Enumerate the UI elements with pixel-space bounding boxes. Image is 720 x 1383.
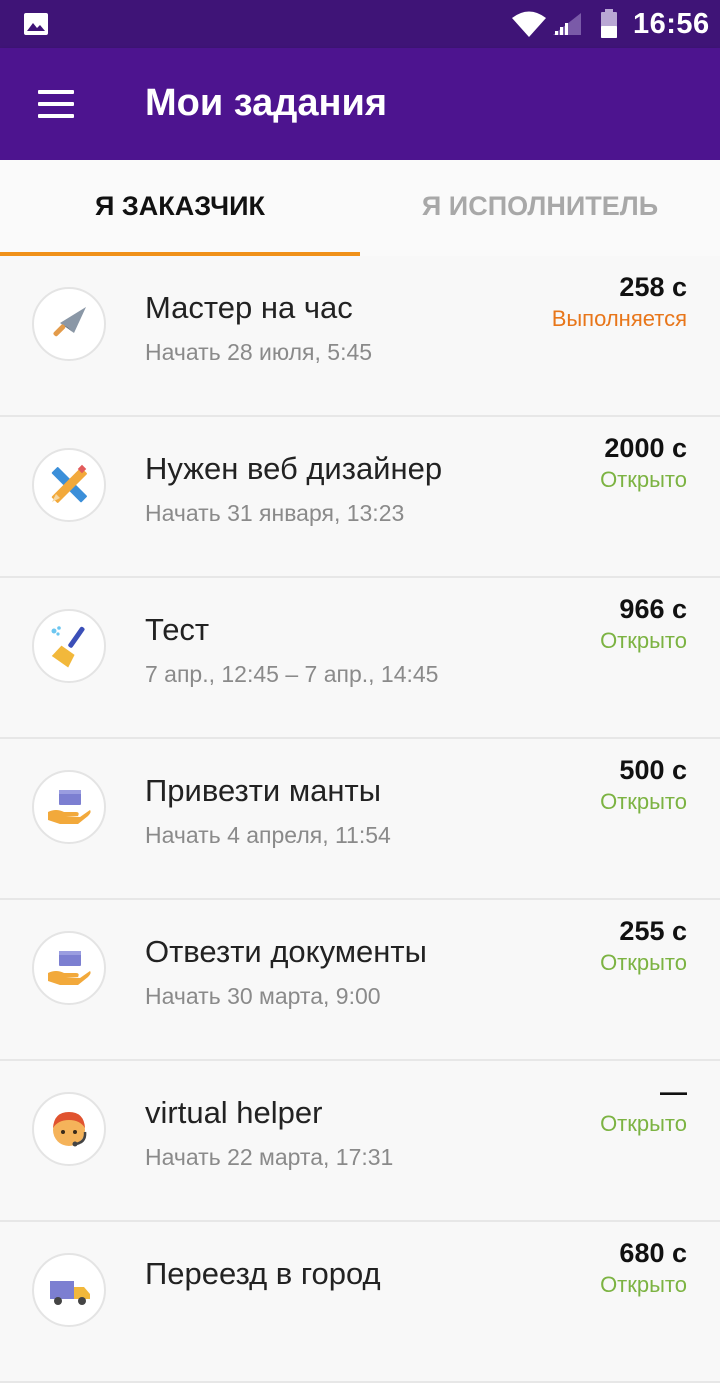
wifi-icon [512,11,546,37]
box-in-hand-icon [48,790,91,824]
task-price: 680 с [619,1238,687,1268]
task-title: Нужен веб дизайнер [145,451,443,486]
task-avatar [32,770,106,844]
task-avatar [32,448,106,522]
task-status: Открыто [600,628,687,653]
task-price: 500 с [619,755,687,785]
hamburger-menu-icon[interactable] [26,80,86,128]
box-in-hand-icon [48,951,91,985]
trowel-icon [53,307,86,337]
task-row[interactable]: Нужен веб дизайнер Начать 31 января, 13:… [0,417,720,578]
support-agent-icon [53,1112,87,1147]
task-row[interactable]: Тест 7 апр., 12:45 – 7 апр., 14:45 966 с… [0,578,720,739]
task-status: Открыто [600,950,687,975]
task-status: Открыто [600,467,687,492]
task-status: Открыто [600,789,687,814]
task-price: 258 с [619,272,687,302]
task-price: 2000 с [604,433,687,463]
task-price: 966 с [619,594,687,624]
tab-customer[interactable]: Я ЗАКАЗЧИК [0,160,360,256]
task-avatar [32,609,106,683]
task-date: Начать 22 марта, 17:31 [145,1144,394,1170]
task-price: 255 с [619,916,687,946]
task-status: Открыто [600,1272,687,1297]
task-row[interactable]: Мастер на час Начать 28 июля, 5:45 258 с… [0,256,720,417]
app-bar: Мои задания [0,48,720,160]
task-title: Переезд в город [145,1256,381,1291]
signal-icon [553,13,581,35]
task-date: Начать 30 марта, 9:00 [145,983,381,1009]
clock: 16:56 [633,8,710,40]
task-date: Начать 31 января, 13:23 [145,500,405,526]
battery-icon [601,9,617,38]
broom-icon [51,626,85,668]
task-title: Тест [145,612,210,647]
task-title: virtual helper [145,1095,323,1130]
task-avatar [32,931,106,1005]
task-row[interactable]: Привезти манты Начать 4 апреля, 11:54 50… [0,739,720,900]
task-status: Открыто [600,1111,687,1136]
task-price: — [660,1077,687,1107]
pencil-ruler-icon [51,464,87,503]
task-date: Начать 28 июля, 5:45 [145,339,373,365]
status-bar: 16:56 [0,0,720,48]
delivery-truck-icon [50,1281,90,1305]
task-list: Мастер на час Начать 28 июля, 5:45 258 с… [0,256,720,1383]
task-row[interactable]: Переезд в город 680 с Открыто [0,1222,720,1383]
task-title: Мастер на час [145,290,353,325]
tab-bar: Я ЗАКАЗЧИК Я ИСПОЛНИТЕЛЬ [0,160,720,256]
task-title: Отвезти документы [145,934,427,969]
task-row[interactable]: Отвезти документы Начать 30 марта, 9:00 … [0,900,720,1061]
task-status: Выполняется [551,306,687,331]
task-avatar [32,1253,106,1327]
task-avatar [32,287,106,361]
gallery-icon [24,13,48,35]
task-avatar [32,1092,106,1166]
task-title: Привезти манты [145,773,382,808]
task-date: 7 апр., 12:45 – 7 апр., 14:45 [145,661,439,687]
task-row[interactable]: virtual helper Начать 22 марта, 17:31 — … [0,1061,720,1222]
tab-executor[interactable]: Я ИСПОЛНИТЕЛЬ [360,160,720,256]
page-title: Мои задания [145,82,388,124]
task-date: Начать 4 апреля, 11:54 [145,822,391,848]
